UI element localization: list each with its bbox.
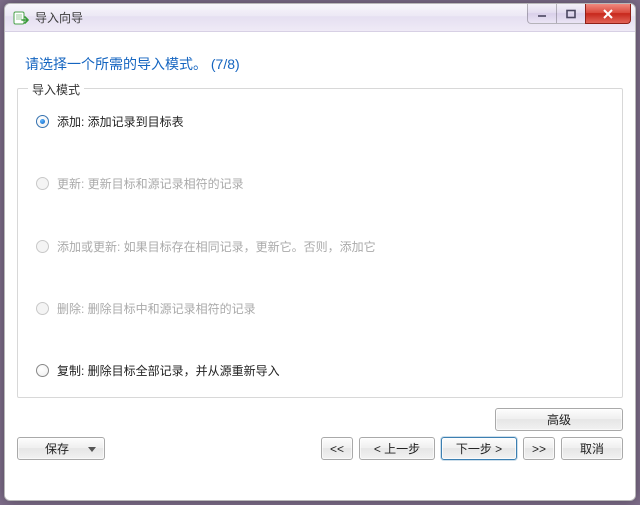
prev-button[interactable]: < 上一步 bbox=[359, 437, 435, 460]
window-title: 导入向导 bbox=[35, 9, 83, 26]
radio-label: 删除: 删除目标中和源记录相符的记录 bbox=[57, 300, 256, 317]
import-mode-option-2: 添加或更新: 如果目标存在相同记录，更新它。否则，添加它 bbox=[36, 238, 604, 255]
advanced-button[interactable]: 高级 bbox=[495, 408, 623, 431]
radio-label: 更新: 更新目标和源记录相符的记录 bbox=[57, 175, 244, 192]
radio-icon bbox=[36, 240, 49, 253]
import-mode-groupbox: 导入模式 添加: 添加记录到目标表更新: 更新目标和源记录相符的记录添加或更新:… bbox=[17, 88, 623, 398]
advanced-row: 高级 bbox=[11, 398, 629, 435]
next-button[interactable]: 下一步 > bbox=[441, 437, 517, 460]
close-button[interactable] bbox=[585, 4, 631, 24]
app-icon bbox=[13, 10, 29, 26]
import-mode-option-3: 删除: 删除目标中和源记录相符的记录 bbox=[36, 300, 604, 317]
import-wizard-window: 导入向导 请选择一个所需的导入模式。 (7/8) 导入模式 添加: 添加记录到目… bbox=[4, 3, 636, 501]
last-button[interactable]: >> bbox=[523, 437, 555, 460]
radio-label: 添加或更新: 如果目标存在相同记录，更新它。否则，添加它 bbox=[57, 238, 376, 255]
wizard-footer: 保存 << < 上一步 下一步 > >> 取消 bbox=[11, 435, 629, 462]
chevron-down-icon bbox=[88, 447, 96, 452]
radio-icon bbox=[36, 364, 49, 377]
page-title: 请选择一个所需的导入模式。 (7/8) bbox=[11, 40, 629, 88]
client-area: 请选择一个所需的导入模式。 (7/8) 导入模式 添加: 添加记录到目标表更新:… bbox=[5, 32, 635, 500]
radio-label: 添加: 添加记录到目标表 bbox=[57, 113, 184, 130]
cancel-button[interactable]: 取消 bbox=[561, 437, 623, 460]
import-mode-option-1: 更新: 更新目标和源记录相符的记录 bbox=[36, 175, 604, 192]
radio-icon bbox=[36, 302, 49, 315]
radio-icon bbox=[36, 177, 49, 190]
save-button-label: 保存 bbox=[45, 440, 69, 457]
window-controls bbox=[528, 4, 631, 24]
import-mode-option-0[interactable]: 添加: 添加记录到目标表 bbox=[36, 113, 604, 130]
first-button[interactable]: << bbox=[321, 437, 353, 460]
radio-label: 复制: 删除目标全部记录，并从源重新导入 bbox=[57, 362, 280, 379]
groupbox-legend: 导入模式 bbox=[28, 81, 84, 98]
titlebar[interactable]: 导入向导 bbox=[5, 4, 635, 32]
radio-icon bbox=[36, 115, 49, 128]
minimize-button[interactable] bbox=[527, 4, 557, 24]
import-mode-option-4[interactable]: 复制: 删除目标全部记录，并从源重新导入 bbox=[36, 362, 604, 379]
import-mode-radio-list: 添加: 添加记录到目标表更新: 更新目标和源记录相符的记录添加或更新: 如果目标… bbox=[36, 107, 604, 383]
save-button[interactable]: 保存 bbox=[17, 437, 105, 460]
maximize-button[interactable] bbox=[556, 4, 586, 24]
